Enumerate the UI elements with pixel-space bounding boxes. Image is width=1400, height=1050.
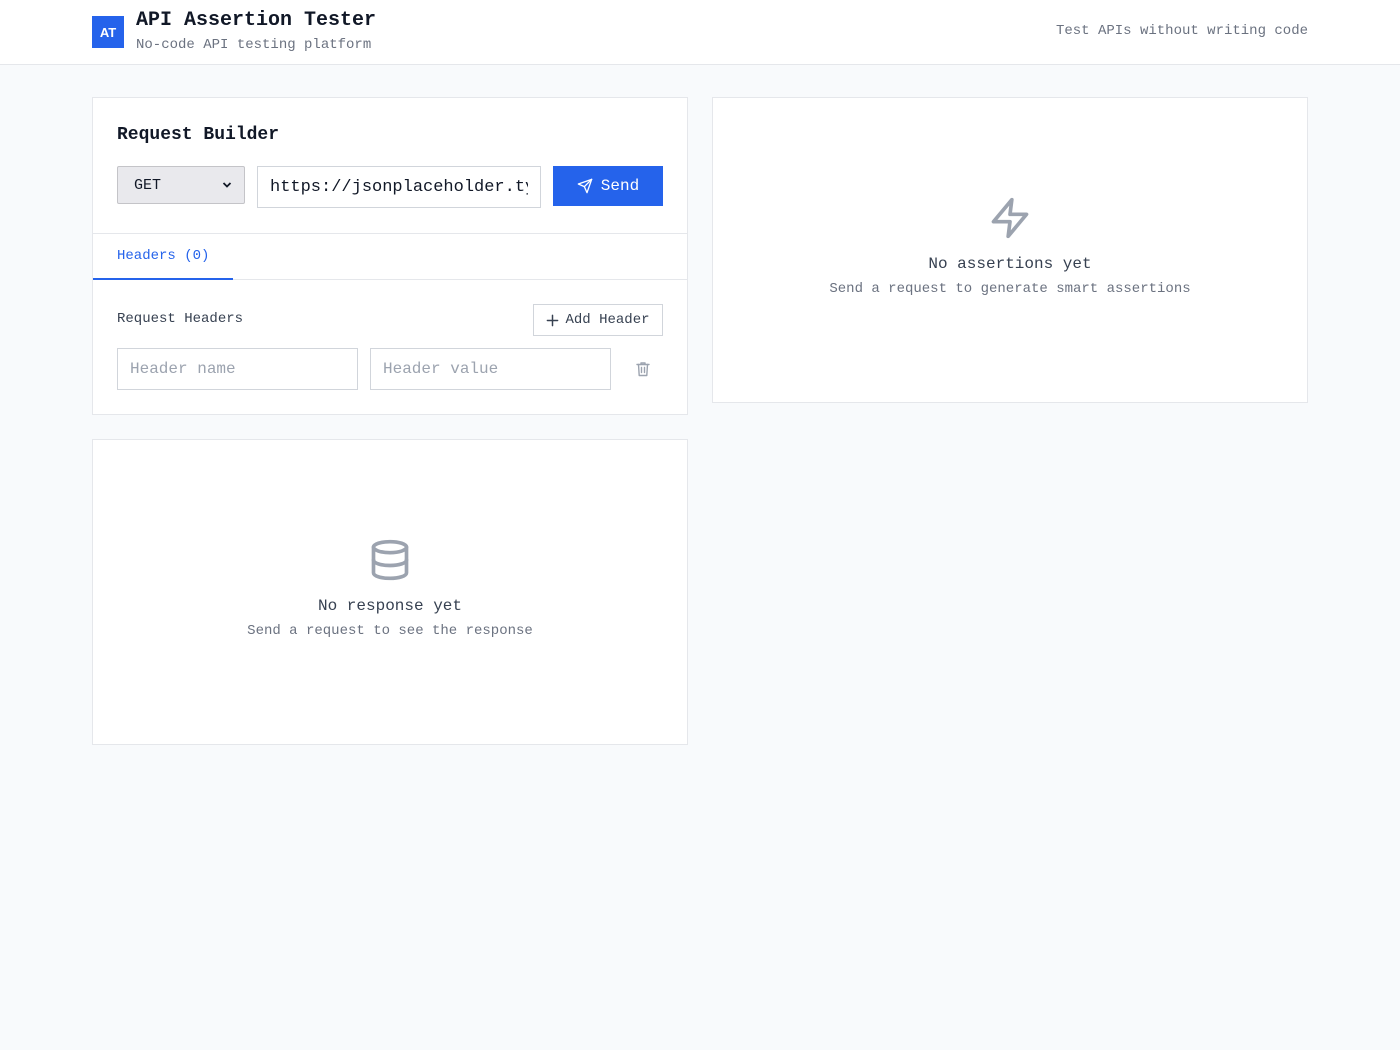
request-builder-card: Request Builder GET Send Headers (0) Req… bbox=[92, 97, 688, 415]
request-builder-title: Request Builder bbox=[117, 125, 280, 145]
app-subtitle: No-code API testing platform bbox=[136, 37, 372, 53]
request-headers-label: Request Headers bbox=[117, 311, 244, 327]
add-header-button[interactable]: Add Header bbox=[533, 304, 663, 336]
header-value-input[interactable] bbox=[370, 348, 611, 390]
method-select-value: GET bbox=[134, 176, 162, 194]
method-select[interactable]: GET bbox=[117, 166, 245, 204]
app-tagline: Test APIs without writing code bbox=[1055, 23, 1308, 39]
assertions-empty-subtitle: Send a request to generate smart asserti… bbox=[829, 281, 1191, 297]
app-title: API Assertion Tester bbox=[136, 9, 377, 32]
app-logo: AT bbox=[92, 16, 124, 48]
response-empty-subtitle: Send a request to see the response bbox=[247, 623, 533, 639]
send-icon bbox=[577, 178, 593, 194]
response-empty-title: No response yet bbox=[317, 597, 463, 615]
add-header-label: Add Header bbox=[565, 312, 650, 328]
header-name-input[interactable] bbox=[117, 348, 358, 390]
zap-icon bbox=[991, 197, 1029, 239]
assertions-card: No assertions yet Send a request to gene… bbox=[712, 97, 1308, 403]
url-input[interactable] bbox=[257, 166, 541, 208]
assertions-empty-state: No assertions yet Send a request to gene… bbox=[713, 195, 1307, 297]
send-button[interactable]: Send bbox=[553, 166, 663, 206]
plus-icon bbox=[547, 314, 559, 326]
chevron-down-icon bbox=[222, 182, 232, 188]
database-icon bbox=[371, 539, 409, 581]
response-empty-state: No response yet Send a request to see th… bbox=[93, 537, 687, 639]
trash-icon bbox=[636, 362, 650, 377]
assertions-empty-title: No assertions yet bbox=[928, 255, 1092, 273]
response-card: No response yet Send a request to see th… bbox=[92, 439, 688, 745]
tab-headers[interactable]: Headers (0) bbox=[93, 234, 233, 280]
request-tabs: Headers (0) bbox=[93, 233, 687, 280]
app-header: AT API Assertion Tester No-code API test… bbox=[0, 0, 1400, 65]
send-button-label: Send bbox=[600, 177, 640, 195]
delete-header-button[interactable] bbox=[633, 360, 653, 378]
